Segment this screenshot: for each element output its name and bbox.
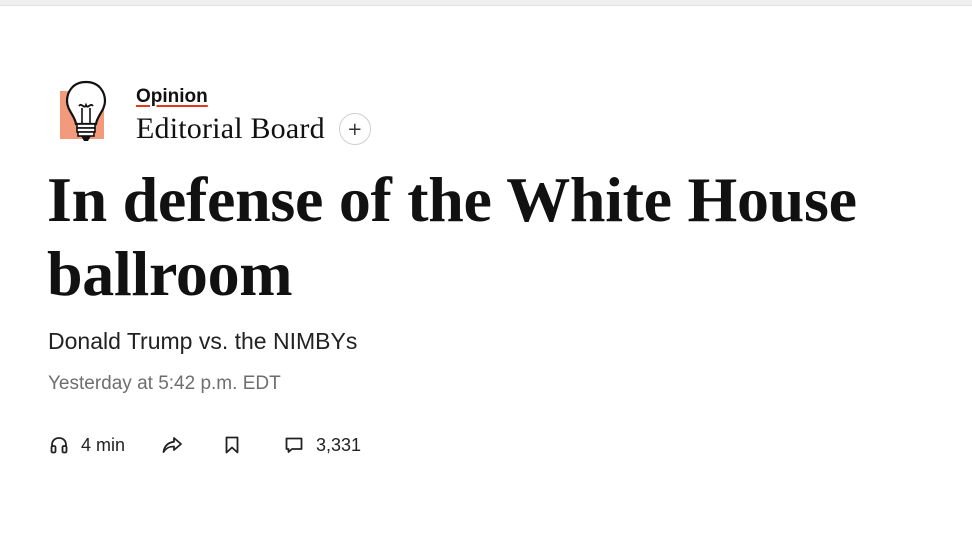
follow-button[interactable]: + — [338, 113, 371, 145]
section-label-opinion[interactable]: Opinion — [136, 86, 371, 108]
byline-text: Opinion Editorial Board + — [136, 78, 371, 146]
listen-duration: 4 min — [81, 434, 126, 455]
plus-icon: + — [347, 118, 363, 140]
dek: Donald Trump vs. the NIMBYs — [48, 328, 358, 354]
share-arrow-icon — [161, 434, 183, 456]
byline-block: Opinion Editorial Board + — [58, 78, 371, 146]
top-rule — [0, 0, 972, 6]
bookmark-icon — [221, 434, 243, 456]
author-name[interactable]: Editorial Board — [136, 112, 325, 146]
listen-button[interactable]: 4 min — [48, 434, 125, 456]
article-actions: 4 min 3,331 — [48, 431, 361, 459]
comment-count: 3,331 — [316, 434, 362, 455]
share-button[interactable] — [161, 434, 183, 456]
save-button[interactable] — [221, 434, 243, 456]
timestamp: Yesterday at 5:42 p.m. EDT — [48, 373, 281, 394]
comment-icon — [283, 434, 305, 456]
headline: In defense of the White House ballroom — [47, 164, 857, 309]
lightbulb-icon — [58, 78, 112, 144]
author-row: Editorial Board + — [136, 112, 371, 146]
headphones-icon — [48, 434, 70, 456]
comments-button[interactable]: 3,331 — [283, 434, 361, 456]
